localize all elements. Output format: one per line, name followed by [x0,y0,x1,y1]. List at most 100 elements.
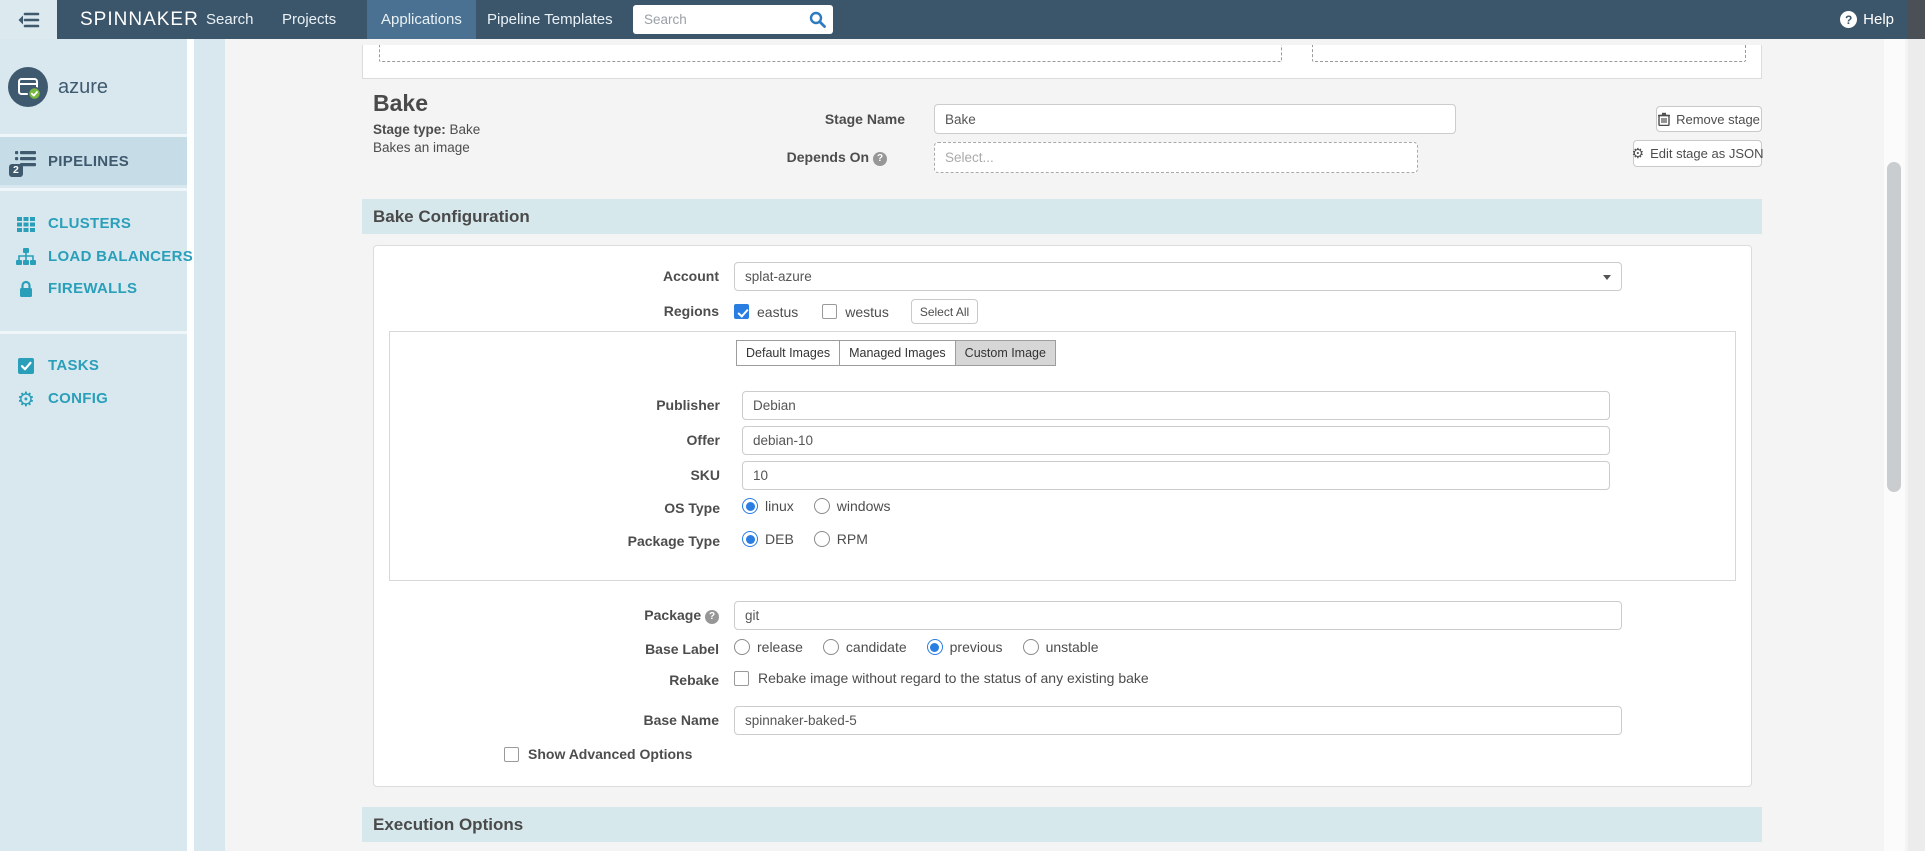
window-scrollbar[interactable] [1908,0,1925,851]
package-type-label-deb: DEB [765,531,794,547]
stage-type-label: Stage type: [373,122,446,137]
spinnaker-app: SPINNAKER Search Projects Applications P… [0,0,1925,851]
divider [0,331,187,334]
help-icon [1840,11,1858,28]
custom-image-panel: Default Images Managed Images Custom Ima… [389,331,1736,581]
depends-on-placeholder: Select... [945,150,994,165]
base-label-radio-previous[interactable] [926,639,943,655]
rebake-label: Rebake [669,672,719,688]
gear-icon: ⚙ [17,386,35,411]
region-checkbox-eastus[interactable] [734,304,749,319]
offer-label: Offer [686,432,720,448]
package-type-label: Package Type [627,533,720,549]
stage-type: Stage type: Bake [373,122,480,137]
sitemap-icon [13,244,39,270]
stage-name-label: Stage Name [824,111,905,127]
select-all-button[interactable]: Select All [910,299,979,324]
os-type-label-linux: linux [765,498,794,514]
pipeline-stage-node[interactable] [379,45,1282,62]
application-header[interactable]: azure [0,48,187,126]
stage-type-value: Bake [449,122,481,137]
sidebar-item-config[interactable]: ⚙ CONFIG [0,385,187,412]
account-select[interactable]: splat-azure [734,262,1622,291]
package-type-radio-deb[interactable] [742,531,758,547]
stage-title: Bake [373,90,428,116]
sidebar-item-label: CLUSTERS [48,215,132,232]
package-input[interactable] [734,601,1622,630]
publisher-input[interactable] [742,391,1610,420]
nav-item-search[interactable]: Search [192,0,268,39]
rebake-checkbox[interactable] [734,670,749,686]
tab-managed-images[interactable]: Managed Images [839,340,956,366]
section-header-execution-options: Execution Options [362,807,1762,842]
bake-configuration-card: Account splat-azure Regions eastus westu… [373,245,1752,787]
grid-icon [13,211,39,237]
base-label-previous: previous [949,639,1003,655]
sidebar-item-pipelines[interactable]: 2 PIPELINES [0,137,187,185]
pipeline-stage-node[interactable] [1312,45,1746,62]
collapse-sidebar-button[interactable] [0,0,57,39]
nav-item-projects[interactable]: Projects [268,0,350,39]
content-scrollbar-track[interactable] [1884,39,1905,851]
base-label-release: release [757,639,803,655]
publisher-label: Publisher [656,397,720,413]
window-scrollbar-top [1908,0,1925,39]
nav-item-applications[interactable]: Applications [367,0,476,39]
depends-on-label: Depends On [682,149,887,166]
base-label-label: Base Label [645,641,719,657]
base-label-radio-candidate[interactable] [822,639,839,655]
stage-description: Bakes an image [373,140,470,155]
pipelines-count-badge: 2 [9,164,23,177]
sidebar-scrollbar[interactable] [187,39,194,851]
section-title: Execution Options [373,815,524,834]
brand-logo[interactable]: SPINNAKER [80,0,199,39]
depends-on-select[interactable]: Select... [934,142,1418,173]
section-header-bake-configuration: Bake Configuration [362,199,1762,234]
image-source-tabs: Default Images Managed Images Custom Ima… [736,340,1056,366]
lock-icon [13,276,39,302]
remove-stage-button[interactable]: Remove stage [1656,106,1762,132]
sidebar-item-label: CONFIG [48,390,109,407]
package-type-radio-rpm[interactable] [813,531,830,547]
gear-icon: ⚙ [1631,145,1645,162]
nav-item-pipeline-templates[interactable]: Pipeline Templates [473,0,627,39]
base-label-candidate: candidate [845,639,907,655]
navbar: SPINNAKER Search Projects Applications P… [0,0,1917,39]
sku-label: SKU [690,467,720,483]
base-label-unstable: unstable [1045,639,1099,655]
sidebar-item-tasks[interactable]: TASKS [0,352,187,379]
help-link[interactable]: Help [1840,0,1894,39]
sidebar-item-firewalls[interactable]: FIREWALLS [0,275,187,302]
check-square-icon [13,353,39,379]
content-scrollbar-thumb[interactable] [1887,162,1901,492]
tab-default-images[interactable]: Default Images [736,340,841,366]
base-label-radio-release[interactable] [734,639,750,655]
offer-input[interactable] [742,426,1610,455]
sidebar-item-load-balancers[interactable]: LOAD BALANCERS [0,243,193,270]
rebake-text: Rebake image without regard to the statu… [758,670,1149,686]
tab-custom-image[interactable]: Custom Image [954,340,1056,366]
region-label-westus: westus [845,303,889,320]
show-advanced-options-label: Show Advanced Options [528,746,693,762]
region-checkbox-westus[interactable] [822,304,838,319]
stage-name-input[interactable] [934,104,1456,134]
regions-label: Regions [663,303,719,319]
os-type-label: OS Type [664,500,720,516]
sidebar-item-clusters[interactable]: CLUSTERS [0,210,187,237]
question-icon [705,610,719,624]
global-search-box [633,5,833,34]
remove-stage-label: Remove stage [1676,111,1760,127]
package-label: Package [374,607,719,624]
show-advanced-options-checkbox[interactable] [504,746,519,762]
sidebar-item-label: LOAD BALANCERS [48,248,194,265]
os-type-radio-linux[interactable] [742,498,758,514]
menu-back-icon [18,12,39,27]
edit-stage-as-json-button[interactable]: ⚙ Edit stage as JSON [1631,140,1764,167]
sku-input[interactable] [742,461,1610,490]
global-search-input[interactable] [633,5,833,34]
base-name-input[interactable] [734,706,1622,735]
os-type-radio-windows[interactable] [813,498,830,514]
search-icon [809,11,826,28]
sidebar-item-label: FIREWALLS [48,280,138,297]
base-label-radio-unstable[interactable] [1022,639,1039,655]
